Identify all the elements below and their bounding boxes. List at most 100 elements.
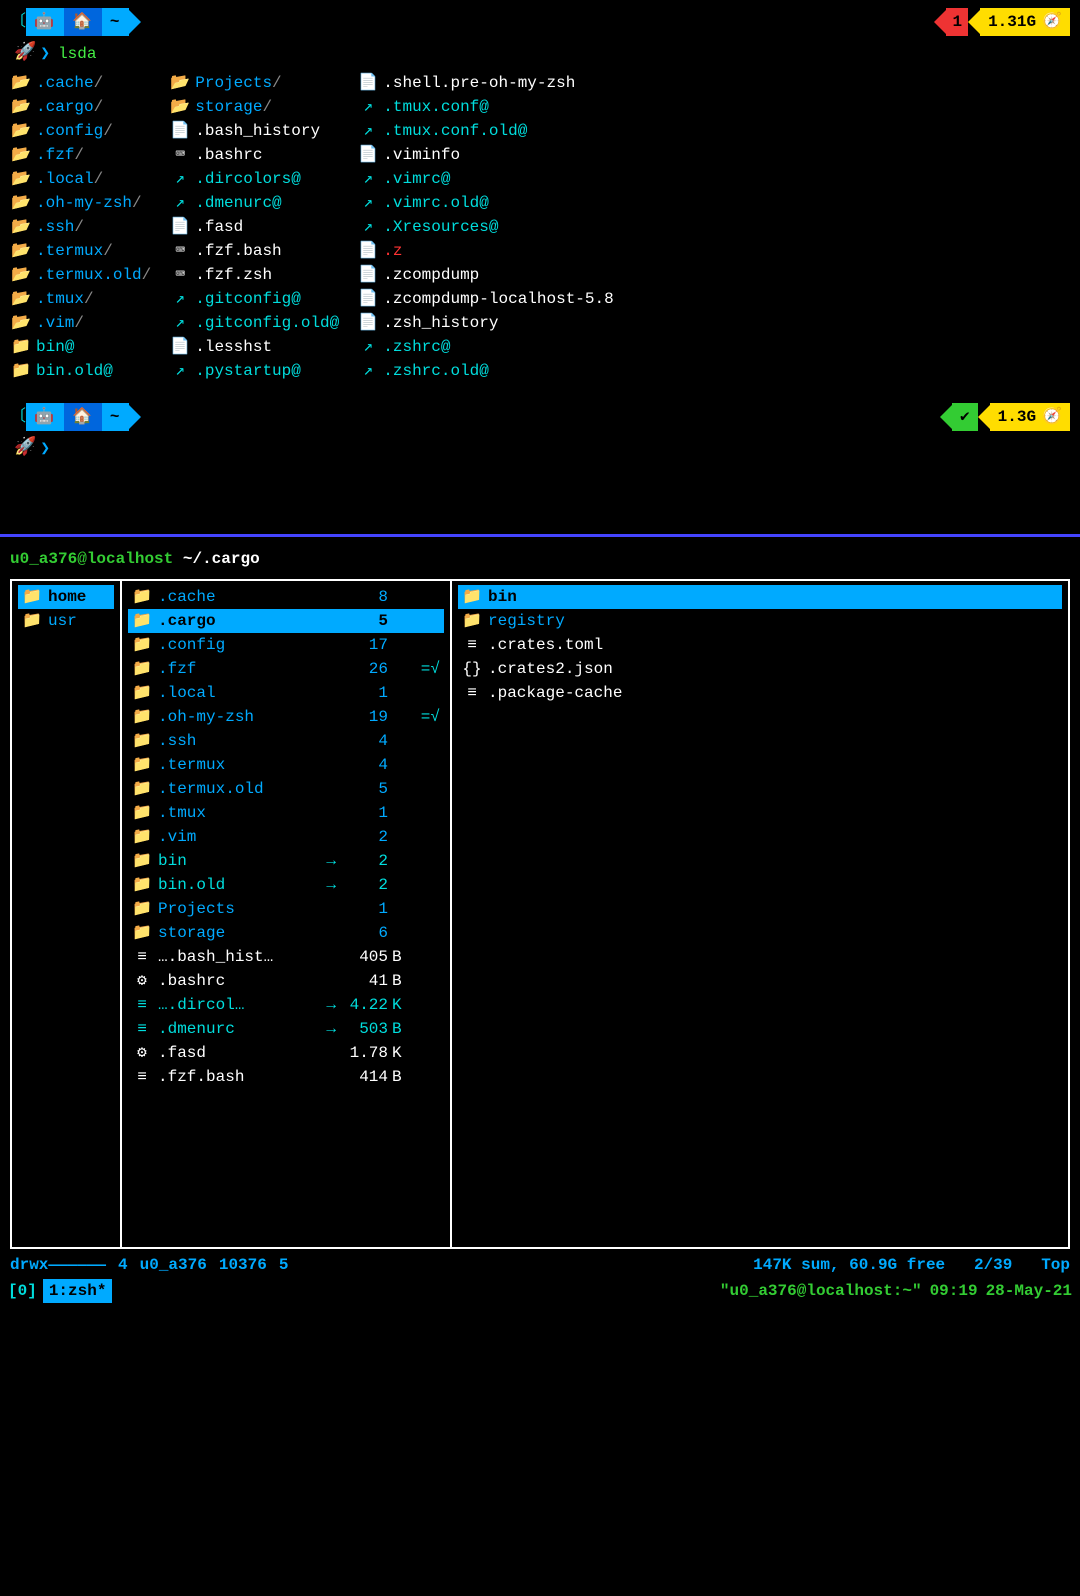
- file-name: .zshrc: [383, 335, 441, 359]
- ranger-item[interactable]: 📁.cargo5: [128, 609, 444, 633]
- ranger-current-column[interactable]: 📁.cache8📁.cargo5📁.config17📁.fzf26=√📁.loc…: [122, 581, 452, 1247]
- ls-item: ↗.vimrc@: [357, 167, 613, 191]
- file-name: .termux.old: [36, 263, 142, 287]
- ls-item: ↗.zshrc.old@: [357, 359, 613, 383]
- file-size: 1: [340, 897, 388, 921]
- vcs-flag: =√: [412, 705, 440, 729]
- tmux-status-bar[interactable]: [0] 1:zsh* "u0_a376@localhost:~" 09:19 2…: [0, 1277, 1080, 1305]
- ls-item: 📄.shell.pre-oh-my-zsh: [357, 71, 613, 95]
- file-suffix: /: [94, 167, 104, 191]
- file-type-icon: 📁: [132, 753, 152, 777]
- file-type-icon: 📁: [132, 873, 152, 897]
- file-suffix: /: [132, 191, 142, 215]
- file-type-icon: 📁: [132, 609, 152, 633]
- ranger-item[interactable]: ≡.package-cache: [458, 681, 1062, 705]
- file-name: registry: [488, 609, 1058, 633]
- file-name: .gitconfig.old: [195, 311, 329, 335]
- ranger-item[interactable]: 📁bin.old→2: [128, 873, 444, 897]
- file-suffix: @: [103, 359, 113, 383]
- file-name: .vimrc: [383, 167, 441, 191]
- file-type-icon: 📄: [357, 143, 379, 167]
- ls-item: ↗.tmux.conf@: [357, 95, 613, 119]
- file-type-icon: ↗: [357, 335, 379, 359]
- command-input[interactable]: lsda: [58, 42, 96, 66]
- ranger-item[interactable]: 📁bin→2: [128, 849, 444, 873]
- file-type-icon: 📂: [10, 191, 32, 215]
- ls-item: 📂.cache/: [10, 71, 151, 95]
- perms-dashes: ——————: [48, 1256, 106, 1274]
- file-type-icon: ≡: [132, 1017, 152, 1041]
- ranger-item[interactable]: ≡.fzf.bash414B: [128, 1065, 444, 1089]
- prompt-input-line[interactable]: 🚀 ❯ lsda: [10, 40, 1070, 67]
- ls-item: 📄.viminfo: [357, 143, 613, 167]
- ranger-item[interactable]: ⚙.bashrc41B: [128, 969, 444, 993]
- ls-item: 📄.bash_history: [169, 119, 339, 143]
- file-suffix: /: [74, 215, 84, 239]
- file-suffix: @: [479, 95, 489, 119]
- file-suffix: @: [65, 335, 75, 359]
- ranger-item[interactable]: 📁.tmux1: [128, 801, 444, 825]
- ranger-item[interactable]: 📁.fzf26=√: [128, 657, 444, 681]
- ls-item: ⌨.bashrc: [169, 143, 339, 167]
- ranger-item[interactable]: 📁.ssh4: [128, 729, 444, 753]
- ls-item: ⌨.fzf.zsh: [169, 263, 339, 287]
- ls-item: 📂.local/: [10, 167, 151, 191]
- ranger-user: u0_a376: [10, 550, 77, 568]
- ranger-item[interactable]: 📁usr: [18, 609, 114, 633]
- file-type-icon: 📂: [10, 71, 32, 95]
- ranger-item[interactable]: 📁.config17: [128, 633, 444, 657]
- prompt-line-1[interactable]: 〔 🤖 🏠 ~ 1 1.31G 🧭: [10, 8, 1070, 36]
- ranger-item[interactable]: ≡.dmenurc→503B: [128, 1017, 444, 1041]
- ranger-item[interactable]: 📁registry: [458, 609, 1062, 633]
- ls-column-1: 📂.cache/📂.cargo/📂.config/📂.fzf/📂.local/📂…: [10, 71, 151, 383]
- ranger-item[interactable]: {}.crates2.json: [458, 657, 1062, 681]
- tmux-session[interactable]: [0]: [8, 1279, 37, 1303]
- file-size: 1: [340, 801, 388, 825]
- ranger-item[interactable]: 📁home: [18, 585, 114, 609]
- file-name: .termux: [36, 239, 103, 263]
- file-size: 5: [340, 609, 388, 633]
- tmux-time: 09:19: [930, 1279, 978, 1303]
- ranger-item[interactable]: 📁.local1: [128, 681, 444, 705]
- size-unit: B: [392, 945, 412, 969]
- file-name: .tmux.conf: [383, 95, 479, 119]
- ranger-item[interactable]: ⚙.fasd1.78K: [128, 1041, 444, 1065]
- ranger-item[interactable]: 📁.termux.old5: [128, 777, 444, 801]
- ranger-item[interactable]: 📁.termux4: [128, 753, 444, 777]
- tmux-window[interactable]: 1:zsh*: [43, 1279, 113, 1303]
- ls-output: 📂.cache/📂.cargo/📂.config/📂.fzf/📂.local/📂…: [10, 71, 1070, 383]
- size-unit: K: [392, 993, 412, 1017]
- prompt-input-line-2[interactable]: 🚀 ❯: [10, 435, 1070, 462]
- file-name: bin.old: [36, 359, 103, 383]
- ranger-item[interactable]: ≡.crates.toml: [458, 633, 1062, 657]
- right-status-1: 1 1.31G 🧭: [934, 8, 1070, 36]
- home-icon: 🏠: [64, 8, 102, 36]
- ranger-item[interactable]: 📁Projects1: [128, 897, 444, 921]
- gauge-icon: 🧭: [1042, 10, 1062, 34]
- ranger-item[interactable]: 📁storage6: [128, 921, 444, 945]
- ls-item: ⌨.fzf.bash: [169, 239, 339, 263]
- file-size: 2: [340, 849, 388, 873]
- file-name: .fasd: [195, 215, 243, 239]
- file-name: .cargo: [36, 95, 94, 119]
- file-type-icon: 📂: [10, 215, 32, 239]
- file-type-icon: 📁: [132, 777, 152, 801]
- powerline-arrow-left-icon: [934, 10, 946, 34]
- prompt-line-2[interactable]: 〔 🤖 🏠 ~ ✔ 1.3G 🧭: [10, 403, 1070, 431]
- ranger-item[interactable]: ≡….dircol…→4.22K: [128, 993, 444, 1017]
- ranger-parent-column[interactable]: 📁home📁usr: [12, 581, 122, 1247]
- file-type-icon: 📁: [132, 825, 152, 849]
- file-type-icon: 📁: [132, 705, 152, 729]
- ranger-item[interactable]: 📁.cache8: [128, 585, 444, 609]
- ranger-item[interactable]: 📁.vim2: [128, 825, 444, 849]
- ranger-item[interactable]: 📁bin: [458, 585, 1062, 609]
- file-name: .termux.old: [158, 777, 340, 801]
- ranger-preview-column[interactable]: 📁bin📁registry≡.crates.toml{}.crates2.jso…: [452, 581, 1068, 1247]
- ranger-item[interactable]: 📁.oh-my-zsh19=√: [128, 705, 444, 729]
- file-suffix: /: [103, 119, 113, 143]
- ranger-item[interactable]: ≡….bash_hist…405B: [128, 945, 444, 969]
- file-type-icon: 📁: [10, 359, 32, 383]
- file-type-icon: 📁: [132, 801, 152, 825]
- file-size: 26: [340, 657, 388, 681]
- file-name: .shell.pre-oh-my-zsh: [383, 71, 575, 95]
